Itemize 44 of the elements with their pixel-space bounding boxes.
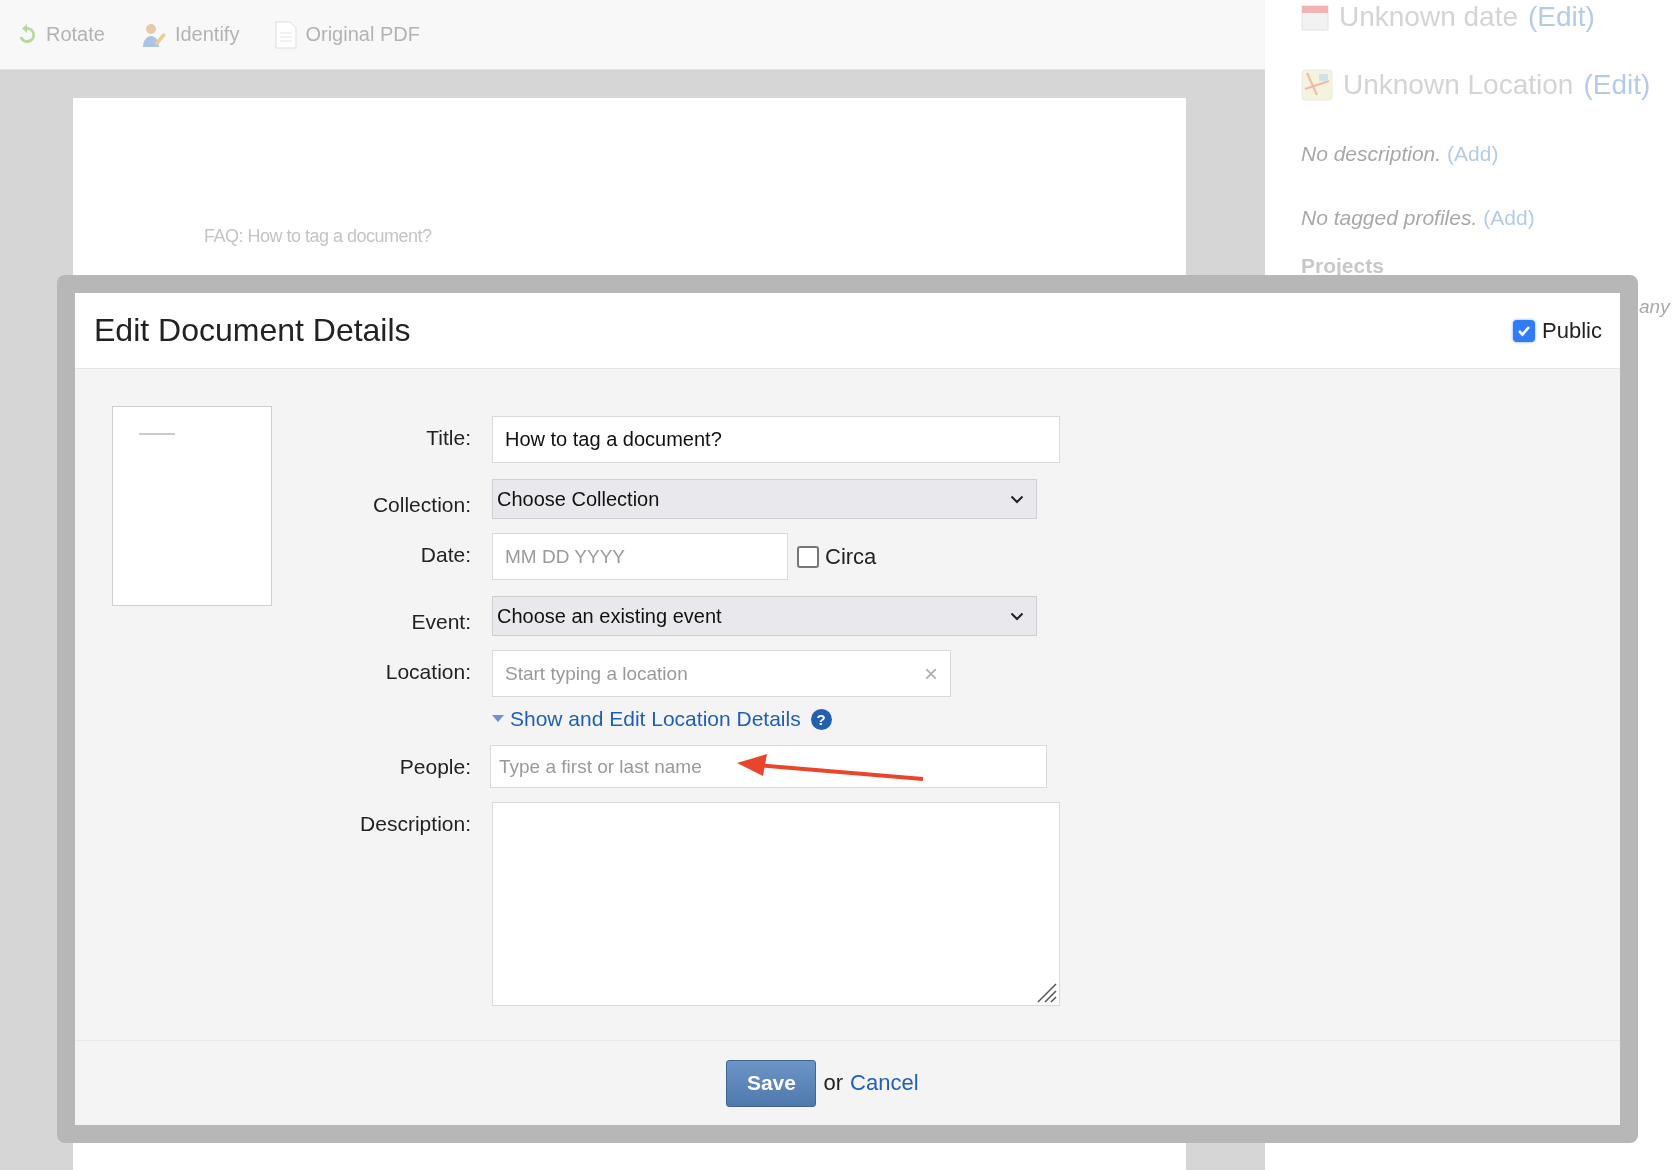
add-link[interactable]: (Add): [1483, 206, 1535, 230]
field-label: People:: [398, 754, 471, 780]
circa-checkbox[interactable]: [797, 545, 819, 568]
people-field[interactable]: Type a first or last name: [490, 745, 1047, 788]
location-field[interactable]: Start typing a location ×: [492, 650, 951, 697]
calendar-icon: [1301, 3, 1329, 31]
date-field[interactable]: MM DD YYYY: [492, 533, 788, 580]
caret-down-icon: [492, 715, 504, 723]
map-icon: [1301, 69, 1333, 101]
title-field[interactable]: How to tag a document?: [492, 416, 1060, 463]
field-label: Event:: [410, 609, 471, 635]
dropdown[interactable]: Choose Collection: [492, 479, 1037, 519]
field-label: Location:: [384, 659, 471, 685]
toolbar-button[interactable]: Original PDF: [275, 20, 420, 49]
field-label: Date:: [419, 542, 471, 568]
profiles-text: No tagged profiles.: [1301, 206, 1478, 230]
public-label: Public: [1542, 317, 1602, 344]
or-text: or: [823, 1070, 844, 1096]
location-details-link[interactable]: Show and Edit Location Details: [510, 707, 801, 731]
clear-button[interactable]: ×: [924, 659, 938, 688]
description-text: No description.: [1301, 142, 1442, 166]
toolbar-button[interactable]: Identify: [140, 21, 240, 48]
description-field[interactable]: [492, 802, 1060, 1006]
save-button[interactable]: Save: [726, 1059, 817, 1107]
field-label: Description:: [359, 811, 471, 837]
dialog-title: Edit Document Details: [94, 312, 411, 349]
chevron-down-icon: [1010, 494, 1024, 504]
chevron-down-icon: [1010, 611, 1024, 621]
edit-link[interactable]: (Edit): [1528, 1, 1595, 33]
add-link[interactable]: (Add): [1447, 142, 1499, 166]
circa-label: Circa: [825, 543, 877, 570]
side-text: any: [1639, 296, 1670, 318]
edit-link[interactable]: (Edit): [1583, 69, 1651, 101]
dropdown[interactable]: Choose an existing event: [492, 596, 1037, 636]
toolbar-button[interactable]: Rotate: [16, 23, 105, 46]
field-label: Title:: [425, 425, 471, 451]
person-pencil-icon: [140, 21, 167, 48]
document-text: FAQ: How to tag a document?: [204, 226, 432, 246]
help-icon[interactable]: ?: [810, 708, 832, 730]
resize-grip-icon: [1035, 981, 1057, 1003]
public-checkbox[interactable]: [1513, 319, 1536, 342]
cancel-link[interactable]: Cancel: [850, 1070, 919, 1096]
field-label: Collection:: [371, 492, 471, 518]
document-icon: [275, 20, 298, 49]
